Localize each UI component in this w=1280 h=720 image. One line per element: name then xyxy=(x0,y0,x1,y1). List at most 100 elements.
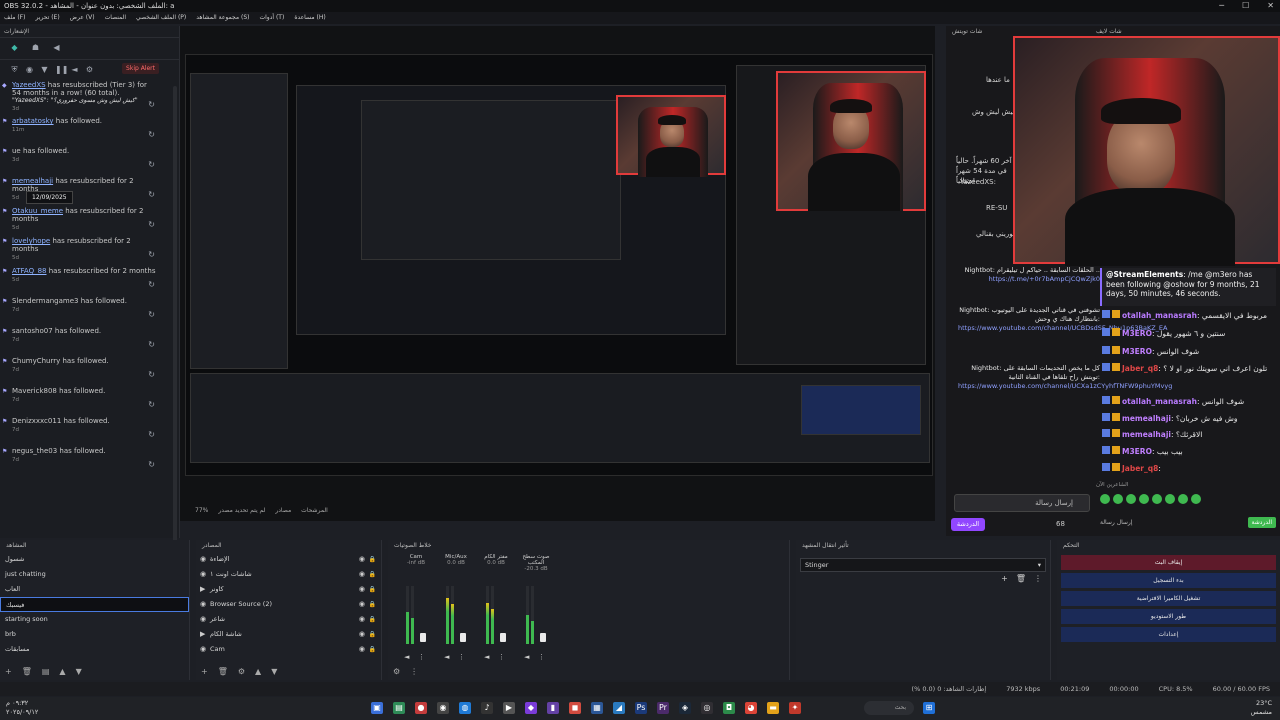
chat-username[interactable]: M3ERO xyxy=(1122,329,1152,338)
app-icon[interactable]: ✦ xyxy=(789,702,801,714)
menu-edit[interactable]: تحرير (E) xyxy=(35,12,59,24)
app-icon[interactable]: ◉ xyxy=(437,702,449,714)
control-button[interactable]: تشغيل الكاميرا الافتراضية xyxy=(1061,591,1276,606)
scene-item[interactable]: شسول xyxy=(0,552,189,567)
chat-username[interactable]: memealhaji xyxy=(1122,414,1171,423)
add-icon[interactable]: + xyxy=(201,667,208,676)
lock-icon[interactable]: 🔒 xyxy=(369,567,376,582)
menu-scene-collection[interactable]: مجموعة المشاهد (S) xyxy=(196,12,249,24)
menu-view[interactable]: عرض (V) xyxy=(70,12,95,24)
up-icon[interactable]: ▲ xyxy=(59,667,65,676)
control-button[interactable]: طور الاستوديو xyxy=(1061,609,1276,624)
emote-icon[interactable] xyxy=(1178,494,1188,504)
app-icon[interactable]: Ps xyxy=(635,702,647,714)
replay-icon[interactable]: ↻ xyxy=(148,370,155,379)
down-icon[interactable]: ▼ xyxy=(76,667,82,676)
volume-icon[interactable]: ◄ xyxy=(70,65,79,74)
chat-button[interactable]: الدردشة xyxy=(951,518,985,531)
menu-help[interactable]: مساعدة (H) xyxy=(294,12,325,24)
menu-profile[interactable]: الملف الشخصي (P) xyxy=(136,12,186,24)
eye-icon[interactable]: ◉ xyxy=(359,612,365,627)
eye-icon[interactable]: ◉ xyxy=(359,627,365,642)
volume-fader[interactable] xyxy=(420,633,426,642)
delete-icon[interactable]: 🗑 xyxy=(218,667,228,676)
source-item[interactable]: ◉ شاعر ◉ 🔒 xyxy=(196,612,381,627)
scene-item[interactable]: فيسبك xyxy=(0,597,189,612)
eye-icon[interactable]: ◉ xyxy=(359,567,365,582)
pause-icon[interactable]: ❚❚ xyxy=(55,65,68,74)
scene-item[interactable]: starting soon xyxy=(0,612,189,627)
highlight-username[interactable]: @StreamElements xyxy=(1106,270,1183,279)
emote-icon[interactable] xyxy=(1113,494,1123,504)
replay-icon[interactable]: ↻ xyxy=(148,130,155,139)
chat-username[interactable]: Jaber_q8 xyxy=(1122,464,1158,473)
mixer-menu-icon[interactable]: ⋮ xyxy=(410,667,418,676)
weather[interactable]: 23°C مشمس xyxy=(1251,699,1272,717)
replay-icon[interactable]: ↻ xyxy=(148,400,155,409)
channel-menu-icon[interactable]: ⋮ xyxy=(418,653,425,661)
chat-input[interactable]: إرسال رسالة xyxy=(954,494,1090,512)
replay-icon[interactable]: ↻ xyxy=(148,220,155,229)
eye-icon[interactable]: ◉ xyxy=(359,597,365,612)
chat-username[interactable]: memealhaji xyxy=(1122,430,1171,439)
app-icon[interactable]: Pr xyxy=(657,702,669,714)
chrome-icon[interactable]: ◕ xyxy=(745,702,757,714)
pin-icon[interactable]: ◆ xyxy=(10,43,19,52)
lock-icon[interactable]: 🔒 xyxy=(369,612,376,627)
eye-icon[interactable]: ◉ xyxy=(359,642,365,657)
menu-tools[interactable]: أدوات (T) xyxy=(259,12,284,24)
feed-username[interactable]: YazeedXS xyxy=(12,81,46,89)
app-icon[interactable]: ▦ xyxy=(591,702,603,714)
eye-icon[interactable]: ◉ xyxy=(25,65,34,74)
speaker-icon[interactable]: ◄ xyxy=(404,653,409,661)
eye-icon[interactable]: ◉ xyxy=(359,552,365,567)
channel-menu-icon[interactable]: ⋮ xyxy=(498,653,505,661)
settings-icon[interactable]: ⚙ xyxy=(238,667,245,676)
replay-icon[interactable]: ↻ xyxy=(148,250,155,259)
app-icon[interactable]: ▶ xyxy=(503,702,515,714)
shield-icon[interactable]: ⛨ xyxy=(10,65,19,74)
chat-username[interactable]: otallah_manasrah xyxy=(1122,397,1197,406)
scene-item[interactable]: brb xyxy=(0,627,189,642)
app-icon[interactable]: ▣ xyxy=(371,702,383,714)
emote-icon[interactable] xyxy=(1152,494,1162,504)
eye-icon[interactable]: ◉ xyxy=(359,582,365,597)
channel-menu-icon[interactable]: ⋮ xyxy=(538,653,545,661)
app-icon[interactable]: ◆ xyxy=(525,702,537,714)
add-icon[interactable]: + xyxy=(1001,574,1008,583)
emote-icon[interactable] xyxy=(1139,494,1149,504)
settings-icon[interactable]: ⚙ xyxy=(85,65,94,74)
app-icon[interactable]: ♪ xyxy=(481,702,493,714)
steam-icon[interactable]: ◈ xyxy=(679,702,691,714)
source-item[interactable]: ◉ شاشات اونت ١ ◉ 🔒 xyxy=(196,567,381,582)
up-icon[interactable]: ▲ xyxy=(255,667,261,676)
feed-scrollbar[interactable] xyxy=(173,86,177,556)
close-button[interactable]: ✕ xyxy=(1267,0,1274,12)
channel-menu-icon[interactable]: ⋮ xyxy=(458,653,465,661)
filter-icon[interactable]: ▼ xyxy=(40,65,49,74)
lock-icon[interactable]: 🔒 xyxy=(369,627,376,642)
taskbar-search[interactable]: بحث xyxy=(860,701,914,715)
control-button[interactable]: بدء التسجيل xyxy=(1061,573,1276,588)
chat-button-secondary[interactable]: الدردشة xyxy=(1247,516,1276,528)
lock-icon[interactable]: 🔒 xyxy=(369,582,376,597)
app-icon[interactable]: ◼ xyxy=(569,702,581,714)
app-icon[interactable]: ▮ xyxy=(547,702,559,714)
scene-item[interactable]: مسابقات xyxy=(0,642,189,657)
delete-icon[interactable]: 🗑 xyxy=(1016,574,1026,583)
megaphone-icon[interactable]: ◀ xyxy=(52,43,61,52)
zoom-level[interactable]: 77% xyxy=(195,503,208,519)
volume-fader[interactable] xyxy=(500,633,506,642)
scene-item[interactable]: just chatting xyxy=(0,567,189,582)
source-item[interactable]: ◉ الإضاءة ◉ 🔒 xyxy=(196,552,381,567)
menu-icon[interactable]: ⋮ xyxy=(1034,574,1042,583)
windows-start-icon[interactable]: ⊞ xyxy=(923,702,935,714)
volume-fader[interactable] xyxy=(540,633,546,642)
properties-button[interactable]: مصادر xyxy=(275,503,291,519)
menu-file[interactable]: ملف (F) xyxy=(4,12,25,24)
replay-icon[interactable]: ↻ xyxy=(148,280,155,289)
folder-icon[interactable]: ▬ xyxy=(767,702,779,714)
source-item[interactable]: ▶ كاونر ◉ 🔒 xyxy=(196,582,381,597)
chat-username[interactable]: otallah_manasrah xyxy=(1122,311,1197,320)
control-button[interactable]: إعدادات xyxy=(1061,627,1276,642)
